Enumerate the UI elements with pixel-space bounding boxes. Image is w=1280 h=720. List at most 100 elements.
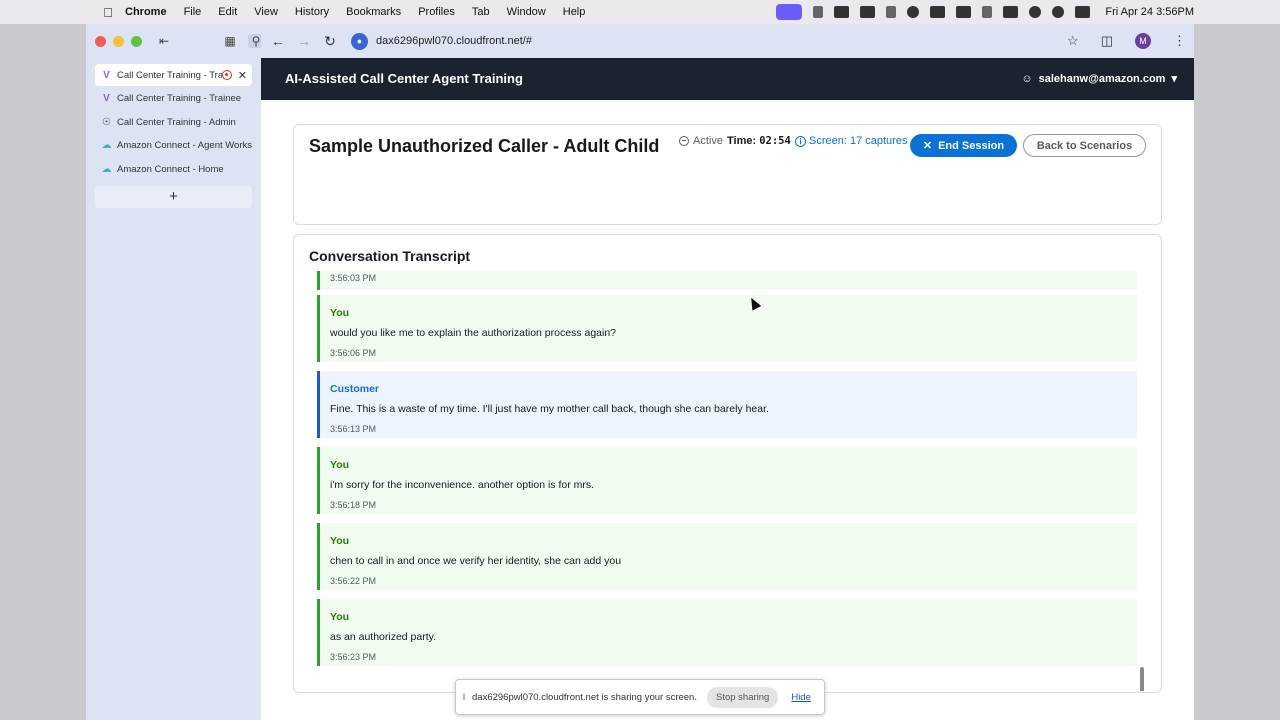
menu-window[interactable]: Window <box>507 6 546 18</box>
user-icon: ☺ <box>1021 72 1033 85</box>
control-center-icon[interactable] <box>1075 6 1091 18</box>
collapse-sidebar-icon[interactable]: ⇤ <box>156 34 172 48</box>
message-text: as an authorized party. <box>330 631 437 643</box>
screen-share-indicator-icon[interactable] <box>776 4 803 20</box>
message-text: chen to call in and once we verify her i… <box>330 555 622 567</box>
address-bar[interactable]: ● dax6296pwl070.cloudfront.net/# <box>351 30 532 52</box>
tab-call-center-trainee[interactable]: V Call Center Training - Trainee <box>95 87 252 109</box>
toolbar-actions: ☆ ◫ M ⋮ <box>1067 24 1186 58</box>
message-speaker: You <box>330 611 350 623</box>
cloud-icon[interactable] <box>907 6 920 18</box>
transcript-message: You would you like me to explain the aut… <box>317 295 1137 362</box>
menu-app-name[interactable]: Chrome <box>125 6 167 18</box>
tab-sidebar: ⇤ ▦ ⚲ V Call Center Training - Trainee ✕… <box>86 24 264 720</box>
message-time: 3:56:06 PM <box>330 348 377 358</box>
menu-file[interactable]: File <box>184 6 202 18</box>
text-input-icon[interactable] <box>956 6 972 18</box>
scenario-title: Sample Unauthorized Caller - Adult Child <box>309 136 660 156</box>
menu-bookmarks[interactable]: Bookmarks <box>346 6 401 18</box>
menu-view[interactable]: View <box>254 6 278 18</box>
transcript-scrollbar[interactable] <box>1140 667 1144 691</box>
drag-handle-icon[interactable]: ‖ <box>456 692 472 702</box>
status-area: Fri Apr 24 3:56PM <box>776 0 1194 24</box>
forward-arrow-icon[interactable]: → <box>291 33 317 49</box>
timer-value: 02:54 <box>759 135 791 147</box>
menu-profiles[interactable]: Profiles <box>418 6 455 18</box>
menu-tab[interactable]: Tab <box>472 6 490 18</box>
message-time: 3:56:13 PM <box>330 424 377 434</box>
session-status: Active <box>679 135 723 147</box>
bluetooth-icon[interactable] <box>982 6 993 18</box>
bookmark-star-icon[interactable]: ☆ <box>1067 33 1079 49</box>
message-speaker: Customer <box>330 383 380 395</box>
info-icon: i <box>795 135 806 147</box>
v-logo-icon: V <box>103 69 110 81</box>
back-to-scenarios-button[interactable]: Back to Scenarios <box>1023 134 1146 157</box>
status-text: Active <box>693 135 723 147</box>
message-speaker: You <box>330 307 350 319</box>
session-timer: Time: 02:54 <box>727 135 791 147</box>
tab-call-center-admin[interactable]: ☉ Call Center Training - Admin <box>95 111 252 133</box>
menu-edit[interactable]: Edit <box>218 6 237 18</box>
hide-link[interactable]: Hide <box>791 692 811 703</box>
screen-captures-text: Screen: 17 captures <box>809 135 908 147</box>
spotlight-search-icon[interactable] <box>1052 6 1065 18</box>
transcript-message: 3:56:03 PM <box>317 271 1137 290</box>
zoom-window-icon[interactable] <box>131 36 142 47</box>
back-arrow-icon[interactable]: ← <box>265 33 291 49</box>
menu-clock[interactable]: Fri Apr 24 3:56PM <box>1105 6 1194 18</box>
transcript-list[interactable]: 3:56:03 PM You would you like me to expl… <box>294 271 1161 691</box>
status-circle-icon <box>679 136 689 146</box>
tab-call-center-trainee-active[interactable]: V Call Center Training - Trainee ✕ <box>95 64 252 86</box>
message-text: Fine. This is a waste of my time. I'll j… <box>330 403 769 415</box>
tab-grid-icon[interactable]: ▦ <box>222 34 238 48</box>
close-window-icon[interactable] <box>95 36 106 47</box>
end-session-button[interactable]: ✕ End Session <box>910 134 1017 157</box>
message-text: would you like me to explain the authori… <box>330 327 617 339</box>
browser-toolbar: ← → ↻ ● dax6296pwl070.cloudfront.net/# ☆… <box>261 24 1194 58</box>
transcript-message: You i'm sorry for the inconvenience. ano… <box>317 447 1137 514</box>
cloud-icon: ☁ <box>101 139 112 151</box>
user-menu[interactable]: ☺ salehanw@amazon.com ▾ <box>1021 72 1177 86</box>
session-card: Sample Unauthorized Caller - Adult Child… <box>293 124 1162 225</box>
message-time: 3:56:18 PM <box>330 500 377 510</box>
minimize-window-icon[interactable] <box>113 36 124 47</box>
transcript-heading: Conversation Transcript <box>309 248 471 264</box>
message-speaker: You <box>330 535 350 547</box>
tab-amazon-connect-home[interactable]: ☁ Amazon Connect - Home <box>95 158 252 180</box>
app-title: AI-Assisted Call Center Agent Training <box>285 71 523 86</box>
microphone-icon[interactable]: ● <box>351 32 368 50</box>
new-tab-button[interactable]: + <box>95 186 252 208</box>
message-time: 3:56:03 PM <box>330 273 377 283</box>
document-icon[interactable] <box>813 6 824 18</box>
close-tab-icon[interactable]: ✕ <box>238 69 247 82</box>
reload-icon[interactable]: ↻ <box>317 33 343 50</box>
screenshot-icon[interactable] <box>860 6 876 18</box>
screen-captures-info[interactable]: i Screen: 17 captures <box>795 135 907 147</box>
battery-icon[interactable] <box>1003 6 1019 18</box>
message-speaker: You <box>330 459 350 471</box>
v-logo-icon: V <box>103 92 110 104</box>
menu-bar:  Chrome File Edit View History Bookmark… <box>0 0 1280 24</box>
recording-icon <box>221 70 232 80</box>
stop-sharing-button[interactable]: Stop sharing <box>706 686 779 708</box>
tab-amazon-connect-agent[interactable]: ☁ Amazon Connect - Agent Workspace <box>95 134 253 156</box>
menu-help[interactable]: Help <box>563 6 586 18</box>
cube-icon[interactable] <box>834 6 850 18</box>
extensions-icon[interactable]: ◫ <box>1101 33 1113 49</box>
transcript-message: You as an authorized party. 3:56:23 PM <box>317 599 1137 666</box>
menu-history[interactable]: History <box>295 6 329 18</box>
key-icon[interactable] <box>886 6 897 18</box>
wifi-icon[interactable] <box>1029 6 1042 18</box>
apple-menu-icon[interactable]:  <box>96 5 120 20</box>
message-text: i'm sorry for the inconvenience. another… <box>330 479 595 491</box>
transcript-message: Customer Fine. This is a waste of my tim… <box>317 371 1137 438</box>
timer-label: Time: <box>727 135 757 147</box>
main-content: ← → ↻ ● dax6296pwl070.cloudfront.net/# ☆… <box>261 24 1194 720</box>
url-text[interactable]: dax6296pwl070.cloudfront.net/# <box>376 35 532 47</box>
sidebar-tools: ⇤ ▦ ⚲ <box>156 34 264 48</box>
amazon-icon[interactable] <box>930 6 946 18</box>
profile-avatar[interactable]: M <box>1135 33 1151 49</box>
globe-icon: ☉ <box>102 116 111 128</box>
more-menu-icon[interactable]: ⋮ <box>1173 33 1186 49</box>
